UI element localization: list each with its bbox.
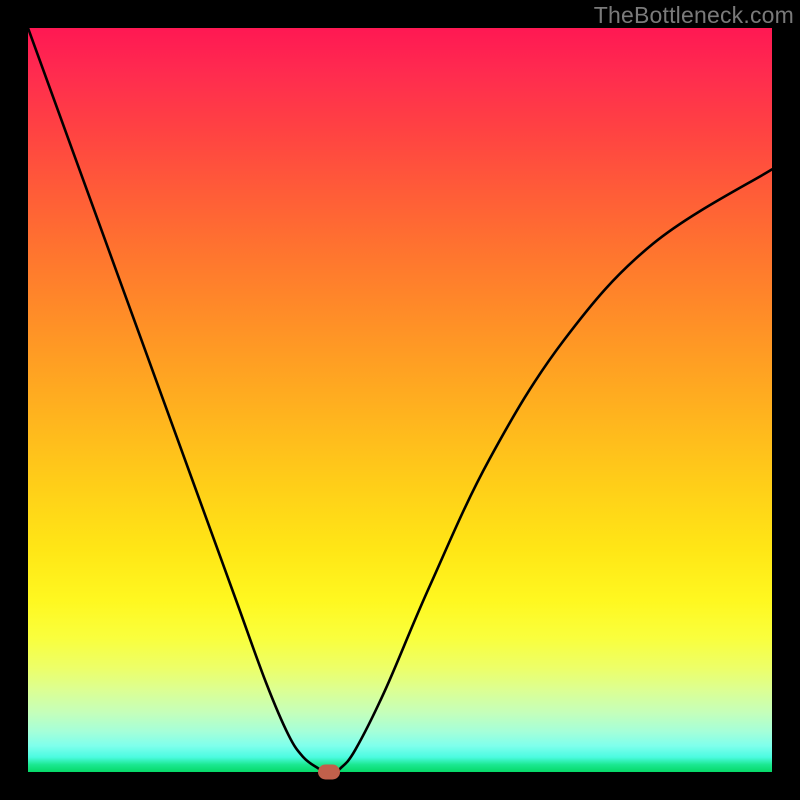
plot-area bbox=[28, 28, 772, 772]
bottleneck-curve bbox=[28, 28, 772, 772]
optimum-marker bbox=[318, 765, 340, 780]
watermark-text: TheBottleneck.com bbox=[594, 2, 794, 29]
chart-frame: TheBottleneck.com bbox=[0, 0, 800, 800]
curve-svg bbox=[28, 28, 772, 772]
